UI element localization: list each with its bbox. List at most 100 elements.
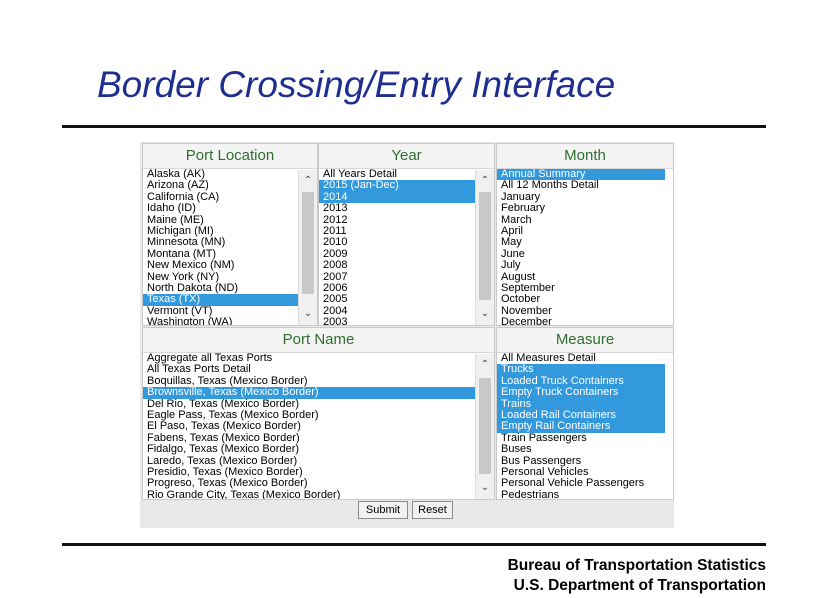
port-location-option[interactable]: Maine (ME) (143, 215, 317, 226)
year-option[interactable]: 2008 (319, 260, 494, 271)
measure-option[interactable]: Empty Truck Containers (497, 387, 665, 399)
month-options[interactable]: Annual Summary All 12 Months Detail Januar… (497, 169, 673, 325)
year-option[interactable]: 2009 (319, 249, 494, 260)
year-option[interactable]: 2007 (319, 272, 494, 283)
footer: Bureau of Transportation Statistics U.S.… (508, 556, 766, 596)
year-option[interactable]: 2003 (319, 317, 494, 325)
port-name-option[interactable]: All Texas Ports Detail (143, 364, 494, 375)
port-location-option[interactable]: Texas (TX) (143, 294, 317, 306)
port-location-option[interactable]: New Mexico (NM) (143, 260, 317, 271)
footer-department: U.S. Department of Transportation (513, 577, 766, 594)
year-option[interactable]: All Years Detail (319, 169, 494, 180)
chevron-down-icon[interactable]: ⌄ (476, 307, 494, 321)
port-name-listbox[interactable]: Port Name Aggregate all Texas Ports All T… (142, 327, 495, 500)
port-location-option[interactable]: Montana (MT) (143, 249, 317, 260)
month-option[interactable]: June (497, 249, 665, 260)
port-name-option[interactable]: Progreso, Texas (Mexico Border) (143, 478, 494, 489)
port-name-option[interactable]: Brownsville, Texas (Mexico Border) (143, 387, 494, 399)
slide-title: Border Crossing/Entry Interface (97, 64, 616, 105)
month-option[interactable]: July (497, 260, 665, 271)
year-header: Year (319, 144, 494, 169)
month-option[interactable]: January (497, 192, 665, 203)
month-listbox[interactable]: Month Annual Summary All 12 Months Detail… (496, 143, 674, 326)
port-location-option[interactable]: Alaska (AK) (143, 169, 317, 180)
port-location-scrollbar[interactable]: ⌃ ⌄ (298, 170, 317, 325)
port-name-option[interactable]: Eagle Pass, Texas (Mexico Border) (143, 410, 494, 421)
year-listbox[interactable]: Year All Years Detail 2015 (Jan-Dec) 2014 2… (318, 143, 495, 326)
port-location-option[interactable]: Vermont (VT) (143, 306, 317, 317)
port-name-option[interactable]: El Paso, Texas (Mexico Border) (143, 421, 494, 432)
port-name-option[interactable]: Fabens, Texas (Mexico Border) (143, 433, 494, 444)
year-option[interactable]: 2013 (319, 203, 494, 214)
year-option[interactable]: 2015 (Jan-Dec) (319, 180, 494, 192)
port-name-option[interactable]: Rio Grande City, Texas (Mexico Border) (143, 490, 494, 499)
month-option[interactable]: December (497, 317, 665, 325)
port-location-option[interactable]: New York (NY) (143, 272, 317, 283)
measure-listbox[interactable]: Measure All Measures Detail Trucks Loaded … (496, 327, 674, 500)
month-option[interactable]: October (497, 294, 665, 305)
month-option[interactable]: February (497, 203, 665, 214)
top-divider (62, 125, 766, 128)
measure-option[interactable]: All Measures Detail (497, 353, 665, 364)
port-name-options[interactable]: Aggregate all Texas Ports All Texas Ports… (143, 353, 494, 499)
month-option[interactable]: May (497, 237, 665, 248)
year-options[interactable]: All Years Detail 2015 (Jan-Dec) 2014 2013 20… (319, 169, 494, 325)
measure-option[interactable]: Personal Vehicle Passengers (497, 478, 665, 489)
year-option[interactable]: 2011 (319, 226, 494, 237)
port-location-option[interactable]: Washington (WA) (143, 317, 317, 325)
measure-option[interactable]: Loaded Rail Containers (497, 409, 665, 422)
port-name-option[interactable]: Laredo, Texas (Mexico Border) (143, 456, 494, 467)
scroll-thumb[interactable] (479, 378, 491, 474)
port-name-option[interactable]: Fidalgo, Texas (Mexico Border) (143, 444, 494, 455)
month-header: Month (497, 144, 673, 169)
measure-option[interactable]: Loaded Truck Containers (497, 375, 665, 388)
measure-option[interactable]: Pedestrians (497, 490, 665, 499)
reset-button[interactable]: Reset (412, 501, 453, 519)
port-name-option[interactable]: Boquillas, Texas (Mexico Border) (143, 376, 494, 387)
port-location-option[interactable]: Minnesota (MN) (143, 237, 317, 248)
port-location-listbox[interactable]: Port Location Alaska (AK) Arizona (AZ) Cal… (142, 143, 318, 326)
port-name-option[interactable]: Del Rio, Texas (Mexico Border) (143, 399, 494, 410)
measure-option[interactable]: Buses (497, 444, 665, 455)
footer-agency: Bureau of Transportation Statistics (507, 557, 766, 574)
month-option[interactable]: April (497, 226, 665, 237)
month-option[interactable]: September (497, 283, 665, 294)
port-location-option[interactable]: Michigan (MI) (143, 226, 317, 237)
year-option[interactable]: 2004 (319, 306, 494, 317)
month-option[interactable]: All 12 Months Detail (497, 180, 665, 191)
year-option[interactable]: 2010 (319, 237, 494, 248)
month-option[interactable]: March (497, 215, 665, 226)
measure-option[interactable]: Trucks (497, 364, 665, 376)
chevron-down-icon[interactable]: ⌄ (476, 481, 494, 495)
port-name-option[interactable]: Aggregate all Texas Ports (143, 353, 494, 364)
port-location-option[interactable]: Idaho (ID) (143, 203, 317, 214)
bottom-divider (62, 543, 766, 546)
port-location-option[interactable]: North Dakota (ND) (143, 283, 317, 294)
scroll-thumb[interactable] (302, 192, 314, 294)
chevron-up-icon[interactable]: ⌃ (299, 174, 317, 188)
port-location-options[interactable]: Alaska (AK) Arizona (AZ) California (CA) Id… (143, 169, 317, 325)
port-location-option[interactable]: California (CA) (143, 192, 317, 203)
submit-button[interactable]: Submit (358, 501, 408, 519)
port-name-option[interactable]: Presidio, Texas (Mexico Border) (143, 467, 494, 478)
month-option[interactable]: November (497, 306, 665, 317)
measure-option[interactable]: Train Passengers (497, 433, 665, 444)
year-scrollbar[interactable]: ⌃ ⌄ (475, 170, 494, 325)
year-option[interactable]: 2012 (319, 215, 494, 226)
chevron-up-icon[interactable]: ⌃ (476, 358, 494, 372)
year-option[interactable]: 2006 (319, 283, 494, 294)
month-option[interactable]: August (497, 272, 665, 283)
measure-option[interactable]: Personal Vehicles (497, 467, 665, 478)
month-option[interactable]: Annual Summary (497, 169, 665, 181)
scroll-thumb[interactable] (479, 192, 491, 300)
year-option[interactable]: 2005 (319, 294, 494, 305)
port-name-scrollbar[interactable]: ⌃ ⌄ (475, 354, 494, 499)
measure-option[interactable]: Empty Rail Containers (497, 421, 665, 433)
measure-option[interactable]: Trains (497, 398, 665, 410)
year-option[interactable]: 2014 (319, 191, 494, 204)
measure-options[interactable]: All Measures Detail Trucks Loaded Truck Co… (497, 353, 673, 499)
port-location-option[interactable]: Arizona (AZ) (143, 180, 317, 191)
chevron-up-icon[interactable]: ⌃ (476, 174, 494, 188)
measure-option[interactable]: Bus Passengers (497, 456, 665, 467)
chevron-down-icon[interactable]: ⌄ (299, 307, 317, 321)
